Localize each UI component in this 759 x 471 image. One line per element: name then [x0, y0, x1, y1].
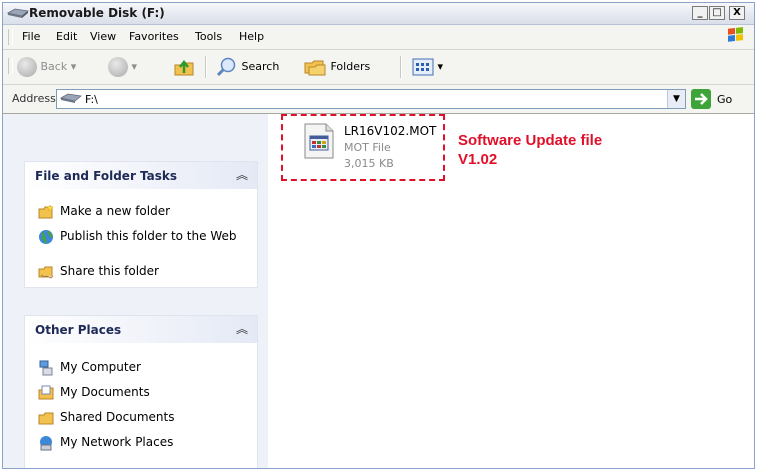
- new-folder-icon: [38, 204, 54, 219]
- menu-help[interactable]: Help: [239, 30, 264, 43]
- share-folder-icon: [38, 266, 54, 279]
- minimize-button[interactable]: _: [692, 6, 708, 20]
- my-documents-icon: [38, 385, 54, 400]
- address-value: F:\: [85, 93, 98, 106]
- toolbar-separator: [205, 56, 207, 78]
- panel-title: File and Folder Tasks: [35, 169, 178, 183]
- close-button[interactable]: X: [729, 6, 745, 20]
- views-dropdown-icon: ▾: [437, 60, 444, 73]
- forward-button[interactable]: ▾: [108, 57, 137, 77]
- title-bar[interactable]: Removable Disk (F:) _ □ X: [3, 3, 754, 25]
- menu-favorites[interactable]: Favorites: [129, 30, 179, 43]
- callout-line-2: V1.02: [458, 151, 498, 168]
- task-label: Make a new folder: [60, 204, 171, 218]
- other-places-header[interactable]: Other Places ︽: [25, 316, 257, 343]
- menu-tools[interactable]: Tools: [195, 30, 222, 43]
- collapse-chevron-icon[interactable]: ︽: [236, 320, 248, 337]
- up-folder-icon: [174, 59, 194, 76]
- back-dropdown-icon: ▾: [70, 60, 77, 73]
- network-places-icon: [40, 436, 52, 451]
- address-dropdown-button[interactable]: ▼: [667, 90, 685, 108]
- folders-button[interactable]: Folders: [303, 57, 370, 77]
- folders-label: Folders: [330, 60, 371, 73]
- back-button[interactable]: Back ▾: [17, 57, 76, 77]
- file-name[interactable]: LR16V102.MOT: [344, 124, 436, 138]
- views-button[interactable]: ▾: [412, 57, 443, 77]
- place-label: My Network Places: [60, 435, 174, 449]
- back-icon: [17, 57, 37, 77]
- drive-icon: [60, 93, 82, 103]
- search-button[interactable]: Search: [216, 57, 279, 77]
- folders-icon: [304, 60, 326, 76]
- place-label: My Computer: [60, 360, 141, 374]
- address-input[interactable]: F:\ ▼: [56, 89, 686, 109]
- collapse-chevron-icon[interactable]: ︽: [236, 166, 248, 183]
- windows-logo-icon: [728, 27, 743, 42]
- my-computer-icon: [39, 360, 53, 376]
- up-button[interactable]: [173, 57, 195, 77]
- back-label: Back: [40, 60, 68, 73]
- views-icon: [412, 58, 434, 76]
- address-label: Address: [12, 92, 56, 105]
- file-type: MOT File: [344, 141, 391, 154]
- panel-title: Other Places: [35, 323, 122, 337]
- place-label: Shared Documents: [60, 410, 175, 424]
- menu-view[interactable]: View: [90, 30, 116, 43]
- file-folder-tasks-header[interactable]: File and Folder Tasks ︽: [25, 162, 257, 189]
- forward-dropdown-icon: ▾: [131, 60, 138, 73]
- explorer-window: Removable Disk (F:) _ □ X File Edit View…: [2, 2, 755, 469]
- shared-documents-icon: [38, 412, 54, 425]
- task-pane: File and Folder Tasks ︽ Make a new folde…: [3, 114, 268, 468]
- file-folder-tasks-panel: File and Folder Tasks ︽ Make a new folde…: [24, 161, 258, 288]
- toolbar-separator: [400, 56, 402, 78]
- chevron-down-icon: ▼: [673, 94, 680, 104]
- go-icon: [695, 93, 708, 105]
- publish-web-icon: [39, 230, 53, 244]
- task-label: Share this folder: [60, 264, 159, 278]
- go-button[interactable]: [691, 89, 711, 109]
- callout-annotation: Software Update file V1.02: [458, 131, 602, 169]
- menu-grip[interactable]: [8, 29, 13, 45]
- forward-icon: [108, 57, 128, 77]
- search-label: Search: [241, 60, 280, 73]
- drive-icon: [7, 8, 29, 18]
- go-label[interactable]: Go: [717, 93, 732, 106]
- maximize-button[interactable]: □: [709, 6, 725, 20]
- menu-edit[interactable]: Edit: [56, 30, 77, 43]
- callout-line-1: Software Update file: [458, 132, 603, 149]
- menu-bar: File Edit View Favorites Tools Help: [3, 25, 754, 50]
- file-list-area[interactable]: LR16V102.MOT MOT File 3,015 KB Software …: [269, 114, 754, 468]
- toolbar-grip[interactable]: [8, 58, 13, 74]
- address-bar: Address F:\ ▼ Go: [3, 85, 754, 114]
- other-places-panel: Other Places ︽ My Computer My Documents: [24, 315, 258, 468]
- task-label: Publish this folder to the Web: [60, 229, 237, 243]
- standard-toolbar: Back ▾ ▾ Search Folders ▾: [3, 50, 754, 85]
- search-icon: [216, 57, 236, 77]
- file-size: 3,015 KB: [344, 157, 394, 170]
- place-label: My Documents: [60, 385, 150, 399]
- menu-file[interactable]: File: [22, 30, 40, 43]
- mot-file-icon[interactable]: [304, 123, 334, 159]
- window-title: Removable Disk (F:): [29, 6, 165, 20]
